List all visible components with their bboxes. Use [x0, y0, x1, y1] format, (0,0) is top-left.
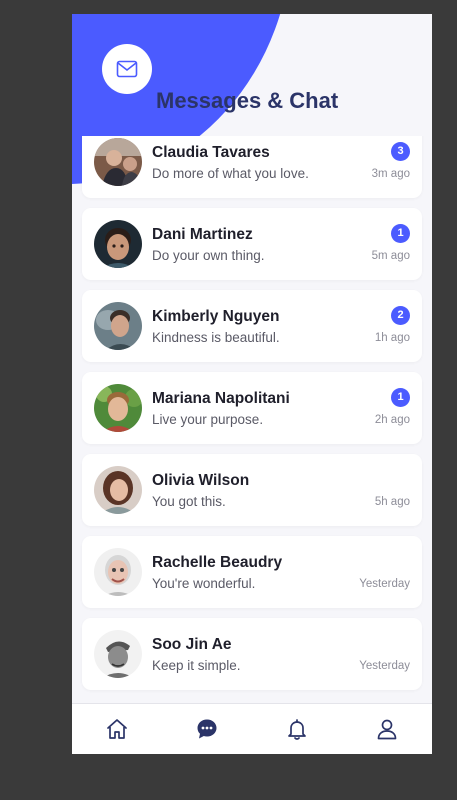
message-time: 1h ago	[374, 332, 410, 344]
unread-badge: 1	[391, 388, 410, 407]
avatar	[94, 548, 142, 596]
chat-item-olivia-wilson[interactable]: Olivia Wilson You got this. 5h ago	[82, 454, 422, 526]
contact-name: Dani Martinez	[152, 226, 253, 243]
contact-name: Soo Jin Ae	[152, 636, 232, 653]
user-icon	[377, 719, 397, 740]
nav-notifications[interactable]	[277, 709, 317, 749]
message-time: Yesterday	[359, 578, 410, 590]
message-time: 2h ago	[374, 414, 410, 426]
avatar	[94, 138, 142, 186]
message-preview: Do your own thing.	[152, 248, 265, 263]
chat-item-soo-jin-ae[interactable]: Soo Jin Ae Keep it simple. Yesterday	[82, 618, 422, 690]
message-preview: Keep it simple.	[152, 658, 241, 673]
message-preview: Kindness is beautiful.	[152, 330, 280, 345]
chat-list[interactable]: Claudia Tavares Do more of what you love…	[72, 136, 432, 703]
message-time: 5m ago	[371, 250, 410, 262]
chat-item-mariana-napolitani[interactable]: Mariana Napolitani Live your purpose. 1 …	[82, 372, 422, 444]
message-time: 3m ago	[371, 168, 410, 180]
mail-button[interactable]	[102, 44, 152, 94]
message-preview: You got this.	[152, 494, 226, 509]
message-preview: Live your purpose.	[152, 412, 264, 427]
unread-badge: 2	[391, 306, 410, 325]
bell-icon	[288, 719, 306, 740]
home-icon	[107, 719, 127, 739]
page-title: Messages & Chat	[156, 88, 339, 113]
contact-name: Olivia Wilson	[152, 472, 250, 489]
bottom-nav	[72, 703, 432, 754]
unread-badge: 3	[391, 142, 410, 161]
avatar	[94, 384, 142, 432]
message-preview: You're wonderful.	[152, 576, 256, 591]
unread-badge: 1	[391, 224, 410, 243]
avatar	[94, 466, 142, 514]
contact-name: Mariana Napolitani	[152, 390, 290, 407]
chat-item-rachelle-beaudry[interactable]: Rachelle Beaudry You're wonderful. Yeste…	[82, 536, 422, 608]
contact-name: Kimberly Nguyen	[152, 308, 280, 325]
contact-name: Rachelle Beaudry	[152, 554, 283, 571]
nav-home[interactable]	[97, 709, 137, 749]
avatar	[94, 302, 142, 350]
nav-profile[interactable]	[367, 709, 407, 749]
message-preview: Do more of what you love.	[152, 166, 309, 181]
app-screen: Messages & Chat Claudia Tavares Do more …	[72, 14, 432, 754]
envelope-icon	[116, 60, 138, 78]
chat-item-dani-martinez[interactable]: Dani Martinez Do your own thing. 1 5m ag…	[82, 208, 422, 280]
avatar	[94, 220, 142, 268]
chat-bubble-icon	[197, 719, 217, 739]
chat-item-claudia-tavares[interactable]: Claudia Tavares Do more of what you love…	[82, 136, 422, 198]
nav-messages[interactable]	[187, 709, 227, 749]
message-time: 5h ago	[374, 496, 410, 508]
message-time: Yesterday	[359, 660, 410, 672]
contact-name: Claudia Tavares	[152, 144, 270, 161]
chat-item-kimberly-nguyen[interactable]: Kimberly Nguyen Kindness is beautiful. 2…	[82, 290, 422, 362]
avatar	[94, 630, 142, 678]
